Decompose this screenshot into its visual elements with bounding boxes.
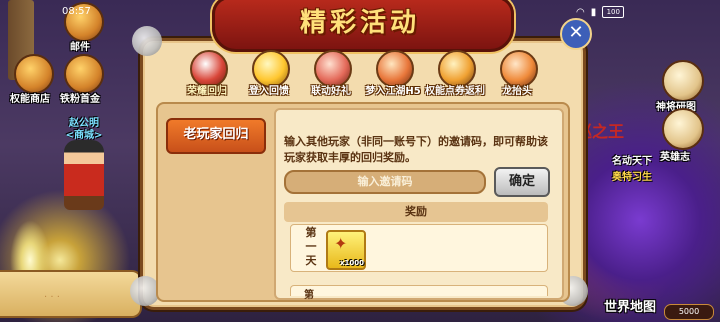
world-map-button[interactable]: 世界地图 (604, 296, 656, 315)
npc-title: <商城> (65, 130, 103, 141)
wifi-icon: ◠ (576, 6, 585, 18)
general-atlas-icon[interactable] (662, 60, 704, 102)
status-icons: ◠ ▮ 100 (576, 6, 625, 18)
dialog-title: 精彩活动 (299, 8, 420, 38)
hero-log-icon[interactable] (662, 108, 704, 150)
fan-reward-label: 铁粉首金 (60, 94, 100, 105)
signal-icon: ▮ (590, 6, 597, 18)
fan-reward-icon[interactable] (64, 54, 104, 94)
chat-bar[interactable] (0, 270, 142, 318)
reward-day-label-next: 第 (304, 290, 314, 301)
clock: 08:57 (62, 6, 91, 17)
invite-description: 输入其他玩家（非同一账号下）的邀请码，即可帮助该玩家获取丰厚的回归奖励。 (284, 135, 548, 164)
tab-collab-gift[interactable]: 联动好礼 (302, 46, 360, 98)
reward-row-next (290, 285, 548, 296)
tab-return-glory[interactable]: 荣耀回归 (178, 46, 236, 98)
battery-icon: 100 (602, 6, 625, 18)
returning-player-button[interactable]: 老玩家回归 (166, 118, 266, 154)
confirm-button[interactable]: 确定 (494, 167, 550, 197)
reward-day-label: 第一天 (305, 226, 317, 267)
npc-figure[interactable] (64, 140, 104, 210)
reward-header: 奖励 (284, 202, 548, 222)
boss-subtitle: 奥特习生 (612, 172, 652, 183)
tab-label: 联动好礼 (311, 86, 351, 97)
invite-code-input[interactable]: 输入邀请码 (284, 170, 486, 194)
tab-coupon-rebate[interactable]: 权能点券返利 (425, 46, 485, 98)
hero-log-label: 英雄志 (660, 152, 690, 163)
tab-dragon-festival[interactable]: 龙抬头 (488, 46, 546, 98)
activity-tabs: 荣耀回归 登入回馈 联动好礼 梦入江湖H5 权能点券返利 龙抬头 (178, 46, 550, 98)
tab-label: 登入回馈 (249, 86, 289, 97)
tab-jianghu-h5[interactable]: 梦入江湖H5 (364, 46, 422, 98)
reward-quantity: x1000 (340, 259, 364, 267)
tab-label: 荣耀回归 (187, 86, 227, 97)
shop-label: 权能商店 (10, 94, 50, 105)
shop-icon[interactable] (14, 54, 54, 94)
chat-bar-text: · · · (44, 292, 60, 303)
crystal-glyph-icon: ✦ (334, 234, 348, 253)
boss-name: 名动天下 (612, 156, 652, 167)
tab-label: 权能点券返利 (425, 86, 485, 97)
close-button[interactable]: ✕ (560, 18, 592, 50)
scroll-curl-top-left (132, 26, 162, 56)
teleport-glow (10, 220, 50, 270)
mail-label: 邮件 (70, 42, 90, 53)
tab-login-reward[interactable]: 登入回馈 (240, 46, 298, 98)
tab-label: 龙抬头 (502, 86, 532, 97)
energy-counter: 5000 (664, 304, 714, 320)
tab-label: 梦入江湖H5 (365, 86, 421, 97)
